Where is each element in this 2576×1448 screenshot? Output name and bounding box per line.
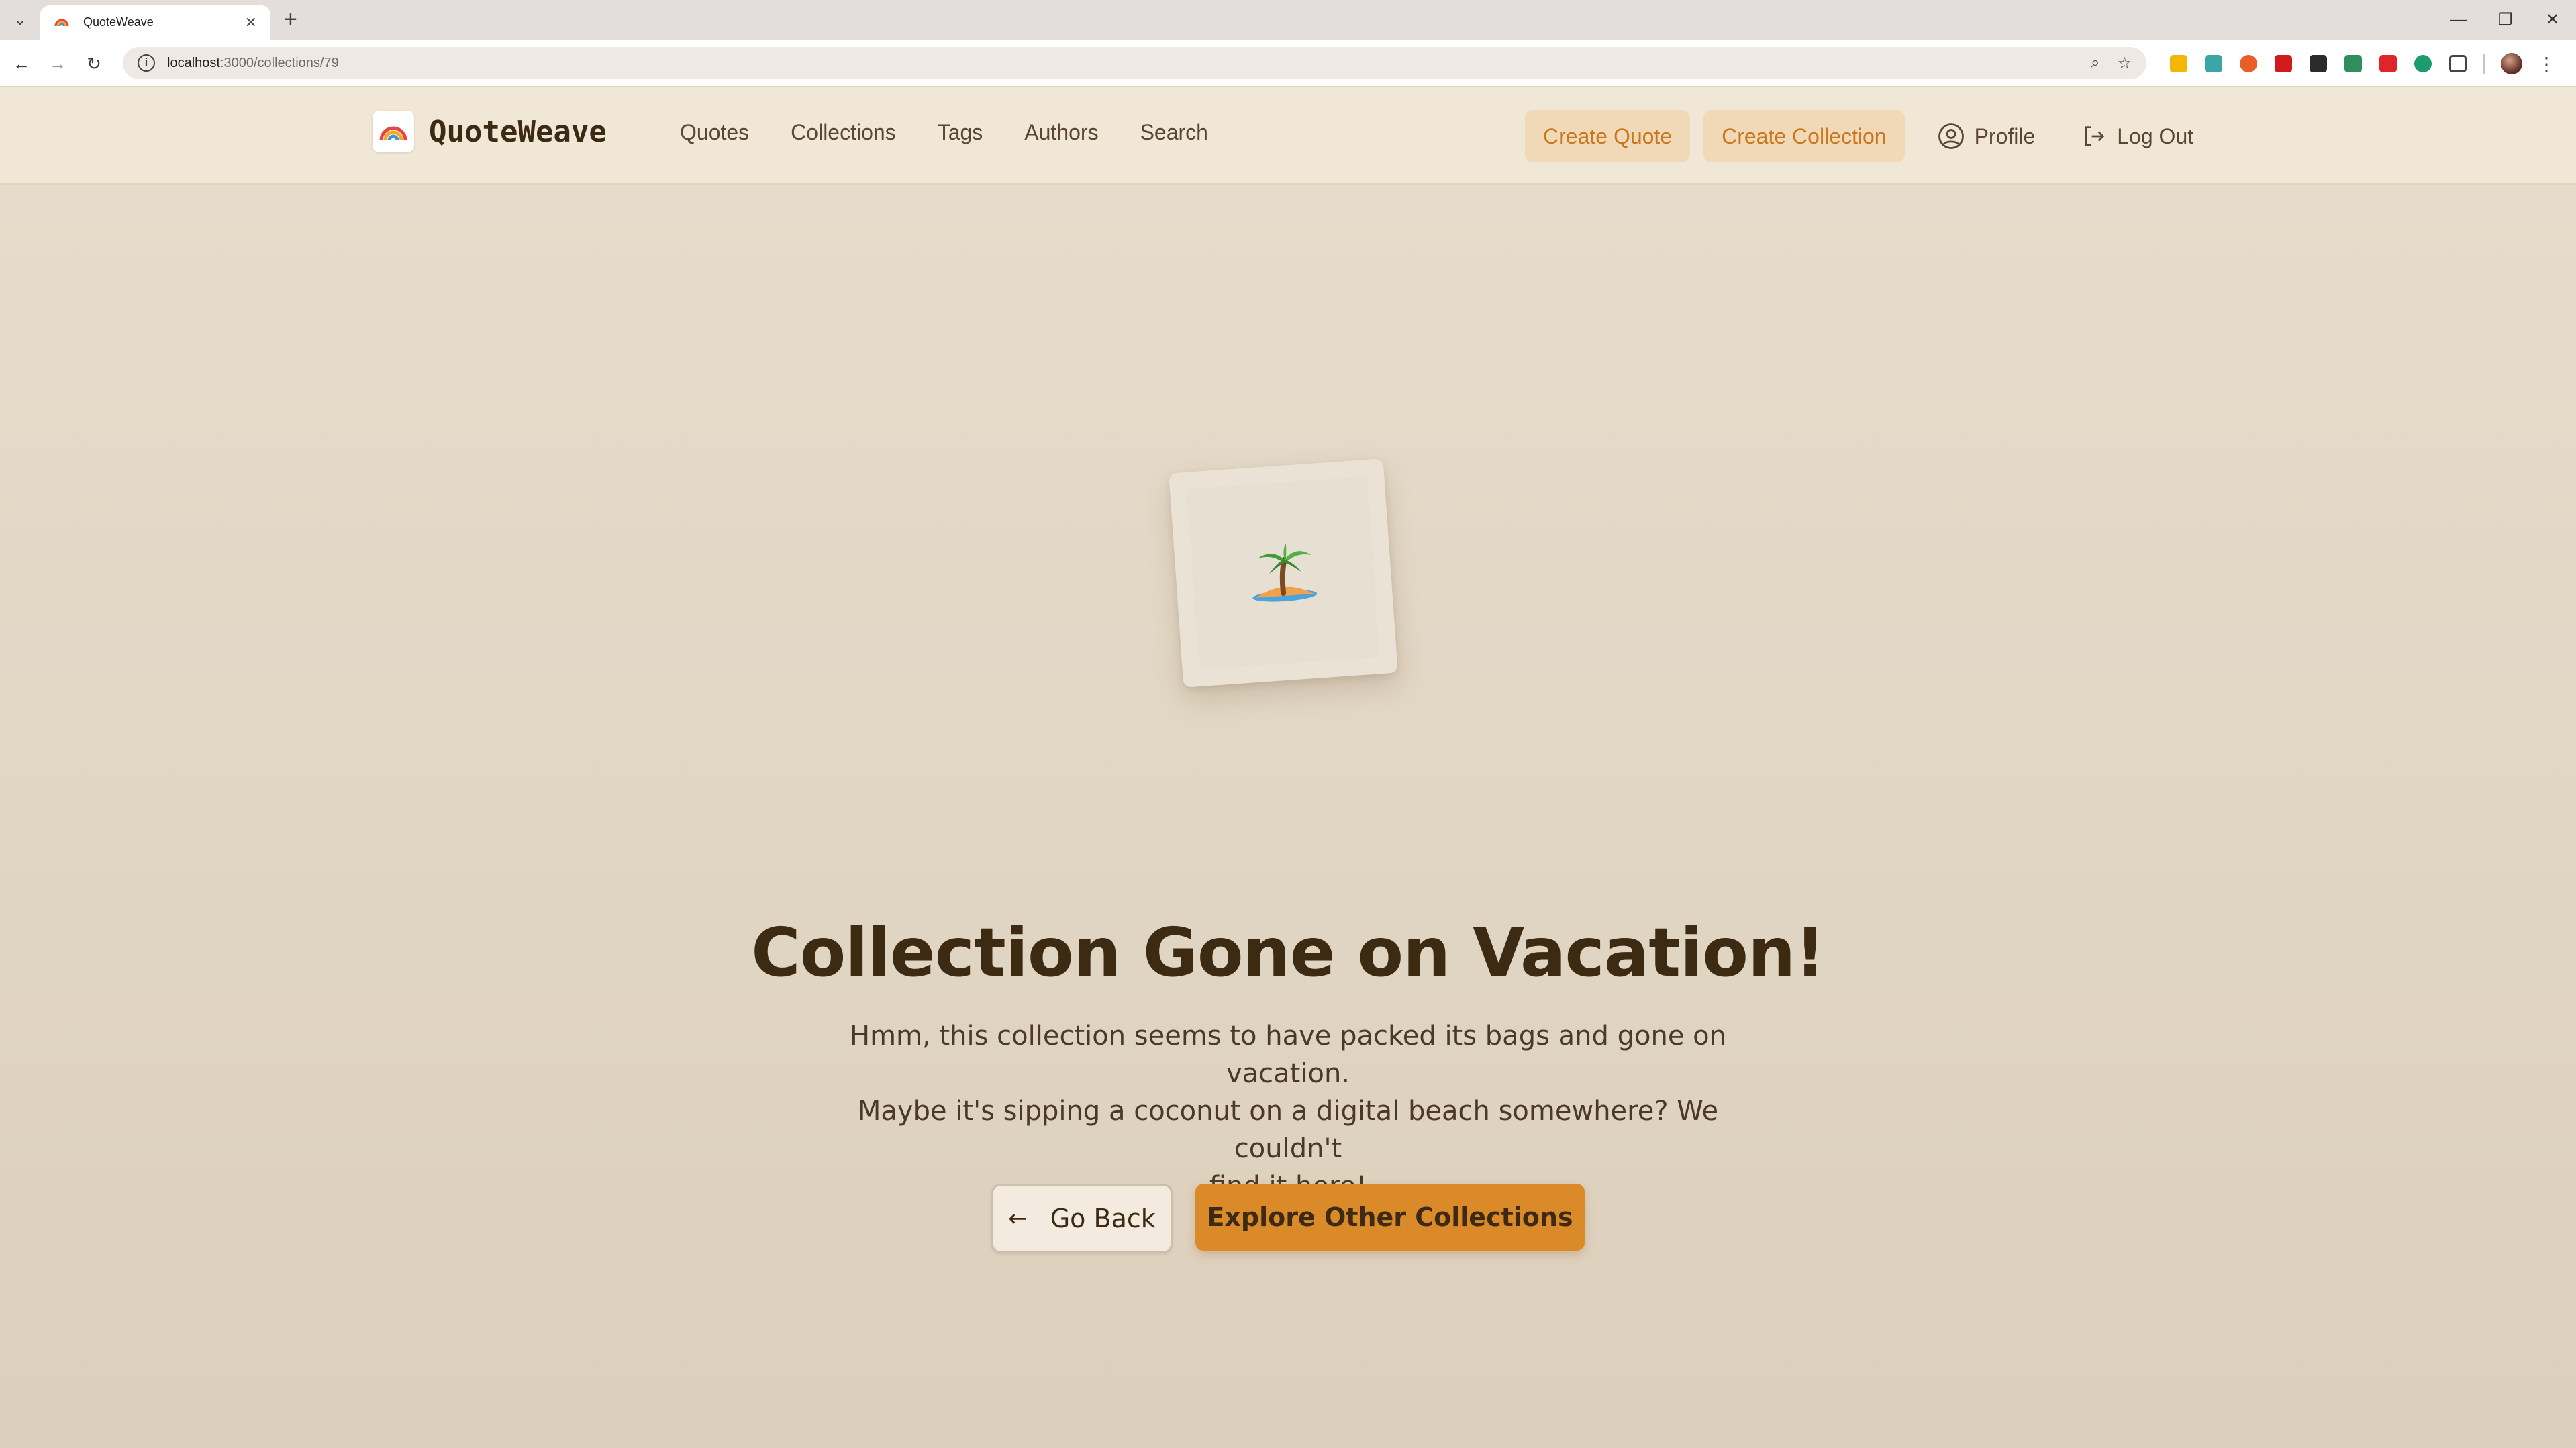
zoom-icon[interactable]: ⌕ xyxy=(2091,54,2099,72)
nav-search[interactable]: Search xyxy=(1140,120,1208,145)
brand[interactable]: QuoteWeave xyxy=(373,111,607,152)
go-back-label: Go Back xyxy=(1050,1204,1156,1233)
browser-menu-icon[interactable]: ⋮ xyxy=(2537,53,2556,75)
rainbow-logo-icon xyxy=(373,111,414,152)
illustration-card xyxy=(1169,458,1404,694)
tab-title: QuoteWeave xyxy=(83,15,154,29)
window-controls: — ❐ ✕ xyxy=(2435,0,2576,40)
close-window-icon[interactable]: ✕ xyxy=(2529,0,2576,40)
profile-avatar[interactable] xyxy=(2501,53,2522,74)
site-info-icon[interactable]: i xyxy=(138,54,155,72)
extension-orange-icon[interactable] xyxy=(2240,55,2257,72)
rainbow-favicon-icon xyxy=(54,19,69,26)
toolbar-divider xyxy=(2483,54,2485,74)
illustration-card-inner xyxy=(1186,476,1381,670)
tab-close-icon[interactable]: ✕ xyxy=(245,14,257,32)
nav-collections[interactable]: Collections xyxy=(791,120,896,145)
extensions-puzzle-icon[interactable] xyxy=(2449,55,2467,72)
logout-label: Log Out xyxy=(2117,123,2194,148)
create-collection-button[interactable]: Create Collection xyxy=(1703,110,1905,162)
extension-dark-icon[interactable] xyxy=(2310,55,2327,72)
not-found-message: Hmm, this collection seems to have packe… xyxy=(826,1017,1750,1205)
extension-green-icon[interactable] xyxy=(2344,55,2362,72)
restore-icon[interactable]: ❐ xyxy=(2482,0,2529,40)
palm-tree-island-icon xyxy=(1252,543,1318,602)
reload-icon[interactable]: ↻ xyxy=(81,50,107,77)
profile-label: Profile xyxy=(1974,123,2036,148)
profile-link[interactable]: Profile xyxy=(1937,122,2036,150)
url-text: localhost:3000/collections/79 xyxy=(167,56,2073,71)
logout-link[interactable]: Log Out xyxy=(2081,123,2193,150)
logout-icon xyxy=(2085,126,2105,146)
message-line-2: Maybe it's sipping a coconut on a digita… xyxy=(857,1096,1719,1164)
message-line-1: Hmm, this collection seems to have packe… xyxy=(850,1021,1726,1089)
header-actions: Create Quote Create Collection Profile L… xyxy=(1525,110,2220,162)
extension-yellow-icon[interactable] xyxy=(2170,55,2187,72)
extension-red-icon[interactable] xyxy=(2275,55,2292,72)
back-arrow-icon[interactable]: ← xyxy=(8,50,35,77)
bookmark-star-icon[interactable]: ☆ xyxy=(2117,54,2132,73)
browser-tab[interactable]: QuoteWeave ✕ xyxy=(40,5,270,40)
address-bar[interactable]: i localhost:3000/collections/79 ⌕ ☆ xyxy=(123,47,2146,79)
nav-tags[interactable]: Tags xyxy=(938,120,983,145)
illustration-card-frame xyxy=(1169,458,1398,688)
extension-teal-icon[interactable] xyxy=(2205,55,2222,72)
not-found-main: Collection Gone on Vacation! Hmm, this c… xyxy=(0,185,2576,1448)
browser-toolbar: ← → ↻ i localhost:3000/collections/79 ⌕ … xyxy=(0,40,2576,87)
extensions-row: ⋮ xyxy=(2161,50,2556,77)
brand-name: QuoteWeave xyxy=(429,114,607,149)
main-nav: Quotes Collections Tags Authors Search xyxy=(680,120,1250,145)
url-host: localhost xyxy=(167,55,220,70)
action-buttons: ← Go Back Explore Other Collections xyxy=(0,1184,2576,1253)
nav-quotes[interactable]: Quotes xyxy=(680,120,749,145)
arrow-left-icon: ← xyxy=(1008,1205,1028,1232)
url-path: :3000/collections/79 xyxy=(219,55,339,70)
browser-tabstrip: ⌄ QuoteWeave ✕ + — ❐ ✕ xyxy=(0,0,2576,40)
page-title: Collection Gone on Vacation! xyxy=(751,913,1826,992)
app-header: QuoteWeave Quotes Collections Tags Autho… xyxy=(0,87,2576,185)
new-tab-icon[interactable]: + xyxy=(284,7,297,33)
forward-arrow-icon[interactable]: → xyxy=(44,50,71,77)
minimize-icon[interactable]: — xyxy=(2435,0,2482,40)
extension-youtube-icon[interactable] xyxy=(2379,55,2397,72)
user-circle-icon xyxy=(1938,123,1964,149)
go-back-button[interactable]: ← Go Back xyxy=(991,1184,1173,1253)
create-quote-button[interactable]: Create Quote xyxy=(1525,110,1691,162)
nav-authors[interactable]: Authors xyxy=(1024,120,1098,145)
tab-search-chevron-icon[interactable]: ⌄ xyxy=(7,8,34,32)
explore-collections-button[interactable]: Explore Other Collections xyxy=(1195,1184,1585,1251)
extension-circle-icon[interactable] xyxy=(2414,55,2432,72)
